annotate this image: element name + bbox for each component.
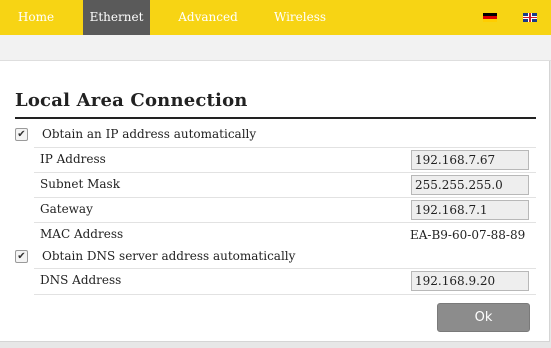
top-navigation-bar: Home Ethernet Advanced Wireless bbox=[0, 0, 551, 35]
ip-address-label: IP Address bbox=[40, 152, 106, 166]
obtain-ip-row: ✔ Obtain an IP address automatically bbox=[15, 126, 536, 144]
obtain-ip-checkbox[interactable]: ✔ bbox=[15, 128, 28, 141]
obtain-dns-label: Obtain DNS server address automatically bbox=[42, 249, 296, 263]
ip-address-field[interactable] bbox=[411, 150, 529, 170]
gateway-label: Gateway bbox=[40, 202, 93, 216]
mac-address-value: EA-B9-60-07-88-89 bbox=[410, 228, 526, 242]
subnet-mask-row: Subnet Mask bbox=[34, 172, 536, 198]
nav-tab-wireless[interactable]: Wireless bbox=[265, 0, 335, 35]
obtain-ip-label: Obtain an IP address automatically bbox=[42, 127, 257, 141]
nav-tab-advanced[interactable]: Advanced bbox=[169, 0, 247, 35]
subnet-mask-field[interactable] bbox=[411, 175, 529, 195]
gateway-field[interactable] bbox=[411, 200, 529, 220]
ethernet-settings-panel: Local Area Connection ✔ Obtain an IP add… bbox=[0, 61, 550, 342]
uk-flag-icon[interactable] bbox=[523, 13, 537, 22]
ip-address-row: IP Address bbox=[34, 147, 536, 173]
subnet-mask-label: Subnet Mask bbox=[40, 177, 120, 191]
german-flag-icon[interactable] bbox=[483, 13, 497, 22]
nav-tab-ethernet[interactable]: Ethernet bbox=[83, 0, 150, 35]
title-divider bbox=[15, 117, 536, 119]
obtain-dns-checkbox[interactable]: ✔ bbox=[15, 250, 28, 263]
mac-address-label: MAC Address bbox=[40, 227, 124, 241]
nav-tab-home[interactable]: Home bbox=[0, 0, 72, 35]
obtain-dns-row: ✔ Obtain DNS server address automaticall… bbox=[15, 248, 536, 266]
page-title: Local Area Connection bbox=[15, 90, 248, 111]
gateway-row: Gateway bbox=[34, 197, 536, 223]
dns-address-field[interactable] bbox=[411, 271, 529, 291]
mac-address-row: MAC Address EA-B9-60-07-88-89 bbox=[34, 222, 536, 248]
ok-button[interactable]: Ok bbox=[437, 303, 530, 332]
sub-header-bar bbox=[0, 35, 551, 61]
dns-address-label: DNS Address bbox=[40, 273, 122, 287]
dns-address-row: DNS Address bbox=[34, 268, 536, 295]
